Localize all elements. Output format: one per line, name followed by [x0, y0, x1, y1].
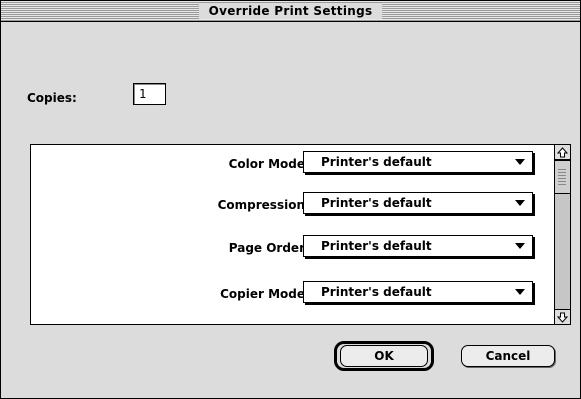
copies-input[interactable]: 1 [133, 83, 166, 105]
scroll-thumb[interactable] [555, 160, 570, 194]
page-order-label: Page Order [228, 241, 305, 255]
color-mode-label: Color Mode [228, 157, 305, 171]
dropdown-arrow-icon [515, 200, 525, 206]
dropdown-arrow-icon [515, 159, 525, 165]
copier-mode-value: Printer's default [321, 285, 432, 299]
dropdown-arrow-icon [515, 243, 525, 249]
cancel-button[interactable]: Cancel [461, 345, 555, 367]
color-mode-value: Printer's default [321, 155, 432, 169]
dropdown-arrow-icon [515, 289, 525, 295]
compression-value: Printer's default [321, 196, 432, 210]
option-row-color-mode: Color Mode Printer's default [31, 149, 551, 179]
option-row-compression: Compression Printer's default [31, 190, 551, 220]
settings-list: Color Mode Printer's default Compression… [30, 144, 571, 325]
option-row-page-order: Page Order Printer's default [31, 233, 551, 263]
page-order-popup[interactable]: Printer's default [303, 235, 533, 257]
compression-label: Compression [217, 198, 305, 212]
option-row-copier-mode: Copier Mode Printer's default [31, 279, 551, 309]
compression-popup[interactable]: Printer's default [303, 192, 533, 214]
copier-mode-label: Copier Mode [220, 287, 305, 301]
color-mode-popup[interactable]: Printer's default [303, 151, 533, 173]
copier-mode-popup[interactable]: Printer's default [303, 281, 533, 303]
override-print-settings-dialog: Override Print Settings Copies: 1 Color … [0, 0, 581, 399]
ok-button[interactable]: OK [340, 345, 428, 367]
vertical-scrollbar[interactable] [554, 145, 570, 324]
scroll-up-arrow-icon[interactable] [555, 145, 570, 160]
window-title: Override Print Settings [198, 3, 383, 19]
copies-label: Copies: [27, 91, 77, 105]
page-order-value: Printer's default [321, 239, 432, 253]
scroll-down-arrow-icon[interactable] [555, 309, 570, 324]
title-bar[interactable]: Override Print Settings [1, 1, 580, 22]
